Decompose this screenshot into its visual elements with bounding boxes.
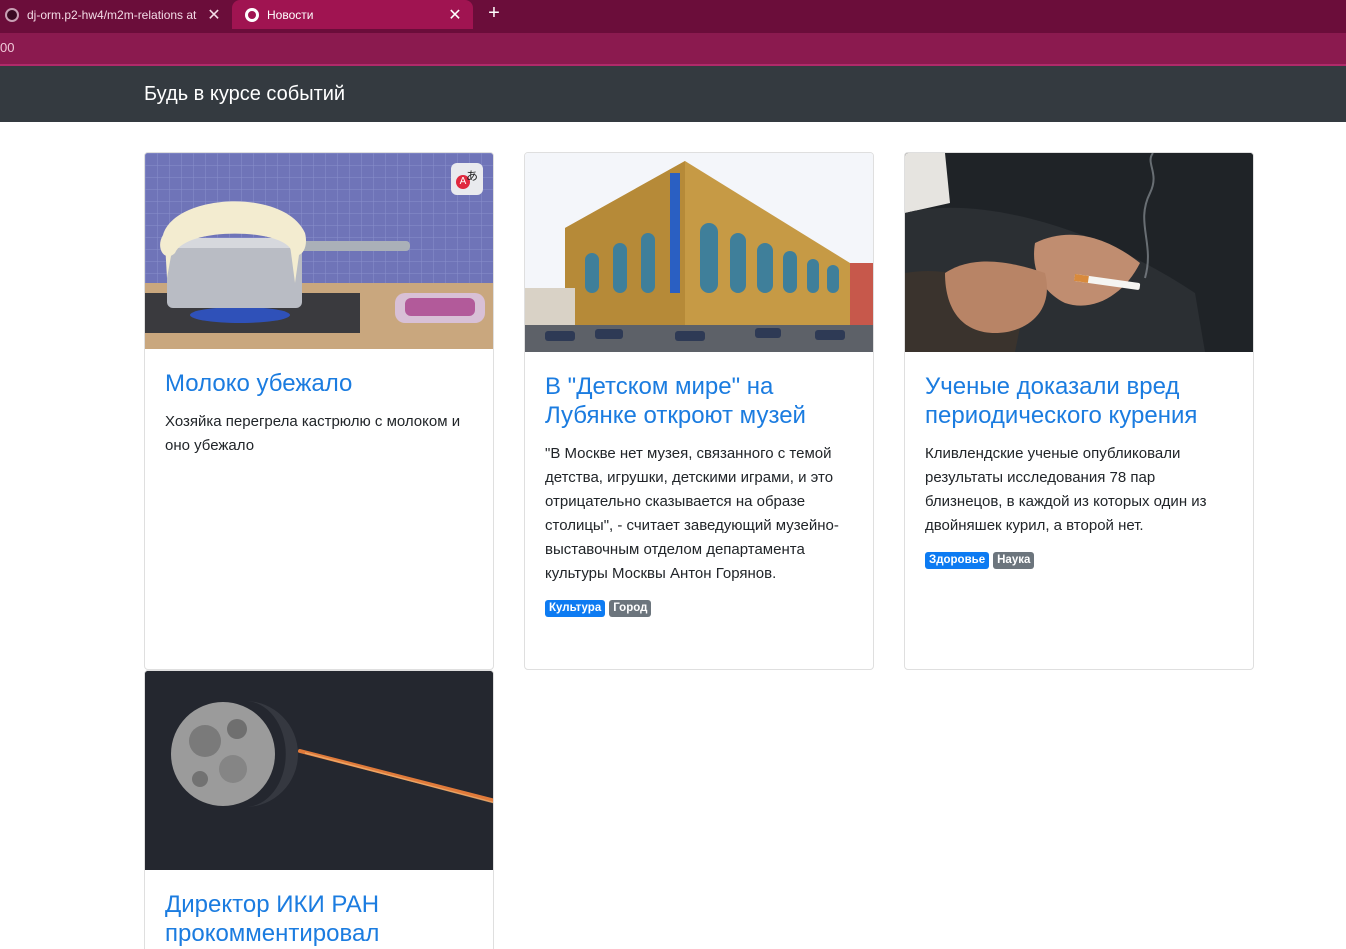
news-card: В "Детском мире" на Лубянке откроют музе… xyxy=(524,152,874,670)
article-tags: Здоровье Наука xyxy=(925,552,1233,569)
tab-close-icon[interactable]: ✕ xyxy=(204,5,224,25)
detsky-mir-building-illustration xyxy=(525,153,873,352)
article-title[interactable]: В "Детском мире" на Лубянке откроют музе… xyxy=(545,372,853,430)
site-navbar: Будь в курсе событий xyxy=(0,66,1346,122)
tag-badge[interactable]: Наука xyxy=(993,552,1035,569)
news-card: Ученые доказали вред периодического куре… xyxy=(904,152,1254,670)
translate-icon[interactable]: Aあ xyxy=(451,163,483,195)
tag-badge[interactable]: Город xyxy=(609,600,652,617)
address-bar[interactable]: 00 xyxy=(0,33,1346,66)
browser-tab-news[interactable]: Новости ✕ xyxy=(232,0,473,29)
browser-tab-github[interactable]: dj-orm.p2-hw4/m2m-relations at ✕ xyxy=(0,0,232,29)
article-text: Кливлендские ученые опубликовали результ… xyxy=(925,445,1207,534)
article-tags: Культура Город xyxy=(545,600,853,617)
tag-badge[interactable]: Здоровье xyxy=(925,552,990,569)
tab-close-icon[interactable]: ✕ xyxy=(445,5,465,25)
article-title[interactable]: Директор ИКИ РАН прокомментировал xyxy=(165,890,473,948)
article-image xyxy=(525,153,873,352)
news-card: Aあ Молоко убежало Хозяйка перегрела каст… xyxy=(144,152,494,670)
github-icon xyxy=(5,7,19,22)
article-title[interactable]: Молоко убежало xyxy=(165,369,473,398)
moon-contrail-illustration xyxy=(145,671,493,870)
browser-tab-strip: dj-orm.p2-hw4/m2m-relations at ✕ Новости… xyxy=(0,0,1346,33)
milk-pot-illustration xyxy=(145,153,493,349)
new-tab-button[interactable]: + xyxy=(483,3,505,25)
article-image xyxy=(905,153,1253,352)
news-card: Директор ИКИ РАН прокомментировал xyxy=(144,670,494,949)
globe-icon xyxy=(245,7,259,22)
tab-title: dj-orm.p2-hw4/m2m-relations at xyxy=(27,7,197,22)
article-text: "В Москве нет музея, связанного с темой … xyxy=(545,445,839,582)
url-text[interactable]: 00 xyxy=(0,40,14,55)
navbar-brand[interactable]: Будь в курсе событий xyxy=(144,83,345,106)
article-image xyxy=(145,671,493,870)
article-text: Хозяйка перегрела кастрюлю с молоком и о… xyxy=(165,413,461,454)
tag-badge[interactable]: Культура xyxy=(545,600,606,617)
article-title[interactable]: Ученые доказали вред периодического куре… xyxy=(925,372,1233,430)
tab-title: Новости xyxy=(267,7,314,22)
smoking-hand-illustration xyxy=(905,153,1253,352)
article-image: Aあ xyxy=(145,153,493,349)
